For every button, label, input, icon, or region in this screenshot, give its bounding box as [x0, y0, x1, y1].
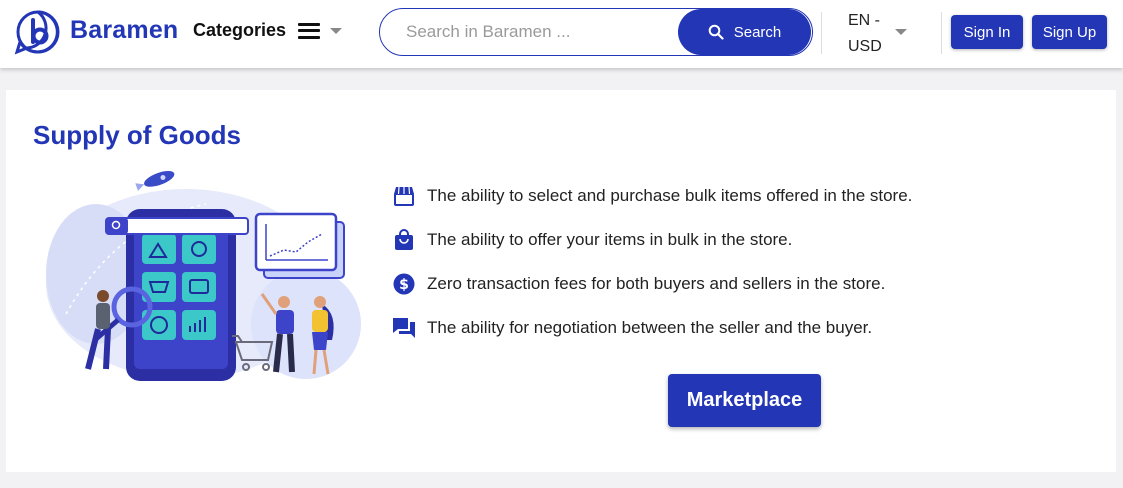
dollar-circle-icon: $	[392, 272, 416, 296]
language-label: EN -	[848, 12, 880, 29]
feature-text: The ability to select and purchase bulk …	[427, 186, 913, 205]
search-icon	[708, 24, 724, 40]
categories-label: Categories	[193, 20, 287, 40]
search-button[interactable]: Search	[678, 9, 811, 55]
brand-name[interactable]: Baramen	[70, 16, 178, 45]
feature-text: The ability to offer your items in bulk …	[427, 230, 793, 249]
feature-item: The ability for negotiation between the …	[392, 306, 912, 350]
search-button-label: Search	[733, 23, 782, 41]
categories-menu[interactable]: Categories	[193, 20, 343, 41]
supply-of-goods-card: Supply of Goods The ability to select an…	[6, 90, 1116, 472]
hamburger-icon	[298, 22, 321, 39]
search-bar: Search	[379, 8, 813, 56]
feature-text: Zero transaction fees for both buyers an…	[427, 274, 886, 293]
language-currency-selector[interactable]: EN - USD	[848, 8, 907, 60]
feature-item: The ability to select and purchase bulk …	[392, 174, 912, 218]
section-title: Supply of Goods	[33, 120, 241, 150]
top-navbar: Baramen Categories Search EN - USD Sign …	[0, 0, 1123, 68]
marketplace-illustration	[46, 170, 361, 381]
feature-text: The ability for negotiation between the …	[427, 318, 873, 337]
feature-item: $ Zero transaction fees for both buyers …	[392, 262, 912, 306]
shopping-bag-icon	[392, 228, 416, 252]
feature-item: The ability to offer your items in bulk …	[392, 218, 912, 262]
divider	[941, 12, 942, 54]
chevron-down-icon	[330, 27, 343, 34]
store-icon	[392, 184, 416, 208]
search-input[interactable]	[406, 19, 676, 45]
baramen-logo-icon[interactable]	[14, 9, 62, 55]
marketplace-button[interactable]: Marketplace	[668, 374, 821, 427]
chat-icon	[392, 316, 416, 340]
divider	[821, 12, 822, 54]
feature-list: The ability to select and purchase bulk …	[392, 174, 912, 350]
sign-in-button[interactable]: Sign In	[951, 15, 1023, 49]
svg-text:$: $	[399, 277, 409, 293]
chevron-down-icon	[895, 29, 907, 35]
currency-label: USD	[848, 38, 882, 55]
sign-up-button[interactable]: Sign Up	[1032, 15, 1107, 49]
